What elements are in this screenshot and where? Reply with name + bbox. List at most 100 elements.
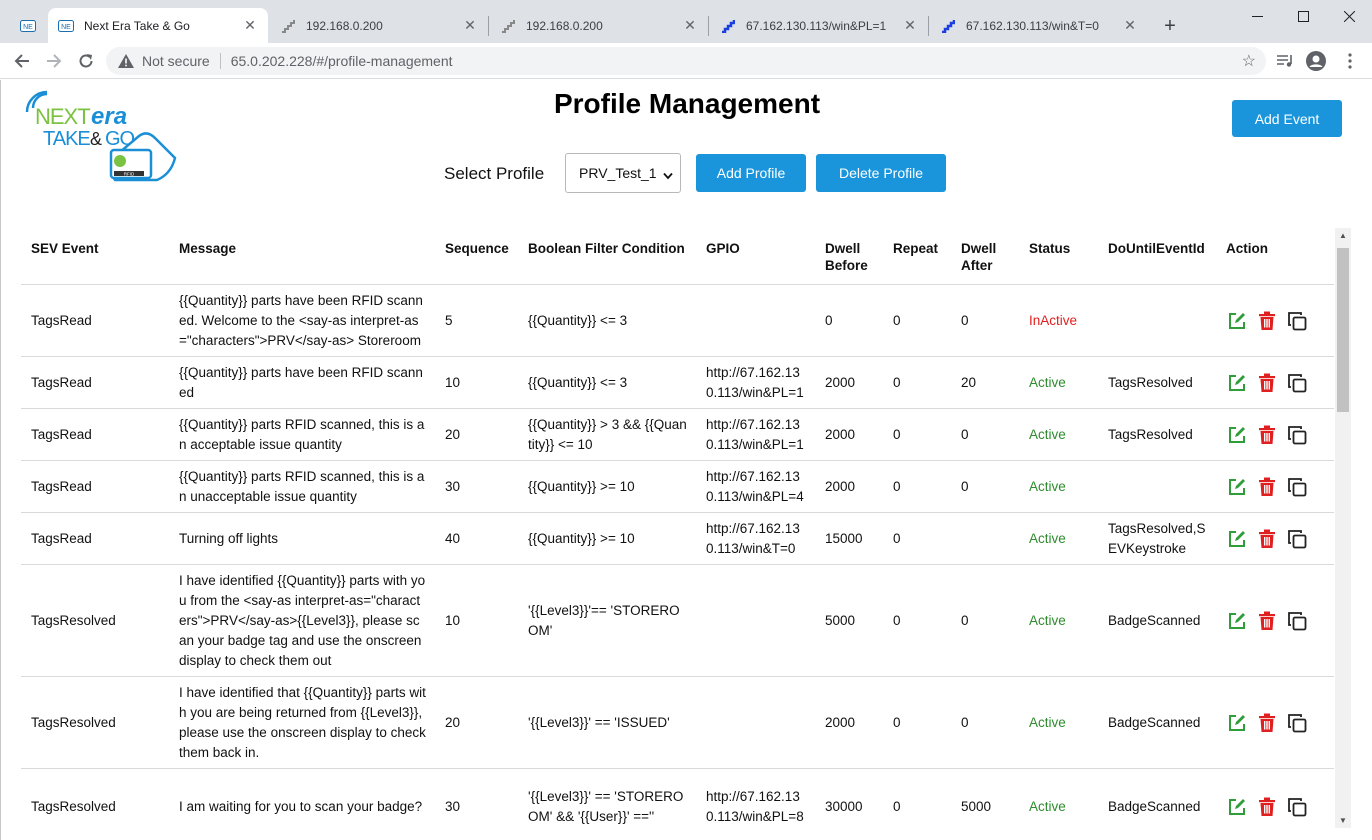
cell-filter: {{Quantity}} <= 3 xyxy=(518,284,696,357)
cell-sev-event: TagsResolved xyxy=(21,768,169,840)
copy-icon[interactable] xyxy=(1286,310,1307,331)
cell-sev-event: TagsRead xyxy=(21,512,169,565)
edit-icon[interactable] xyxy=(1226,372,1247,393)
cell-sequence: 30 xyxy=(435,768,518,840)
edit-icon[interactable] xyxy=(1226,476,1247,497)
add-profile-button[interactable]: Add Profile xyxy=(696,154,806,192)
copy-icon[interactable] xyxy=(1286,610,1307,631)
cell-gpio: http://67.162.130.113/win&PL=8 xyxy=(696,768,815,840)
col-header-do-until[interactable]: DoUntilEventId xyxy=(1098,230,1216,285)
scroll-up-arrow-icon[interactable]: ▲ xyxy=(1339,231,1347,240)
pinned-tab[interactable]: NE xyxy=(10,8,48,43)
scrollbar-thumb[interactable] xyxy=(1337,248,1349,412)
copy-icon[interactable] xyxy=(1286,424,1307,445)
col-header-dwell-before[interactable]: Dwell Before xyxy=(815,230,883,285)
edit-icon[interactable] xyxy=(1226,528,1247,549)
cell-dwell-after: 0 xyxy=(951,460,1019,513)
edit-icon[interactable] xyxy=(1226,796,1247,817)
col-header-message[interactable]: Message xyxy=(169,230,435,285)
cell-gpio xyxy=(696,564,815,677)
row-actions xyxy=(1226,310,1326,331)
add-event-button[interactable]: Add Event xyxy=(1232,100,1342,137)
maximize-icon[interactable] xyxy=(1280,2,1326,30)
profile-dropdown[interactable]: PRV_Test_1 xyxy=(565,153,681,193)
scroll-down-arrow-icon[interactable]: ▼ xyxy=(1339,816,1347,825)
cell-repeat: 0 xyxy=(883,676,951,769)
close-icon[interactable]: ✕ xyxy=(902,17,918,34)
edit-icon[interactable] xyxy=(1226,610,1247,631)
copy-icon[interactable] xyxy=(1286,796,1307,817)
copy-icon[interactable] xyxy=(1286,712,1307,733)
copy-icon[interactable] xyxy=(1286,372,1307,393)
minimize-icon[interactable] xyxy=(1234,2,1280,30)
row-actions xyxy=(1226,796,1326,817)
cell-gpio: http://67.162.130.113/win&PL=4 xyxy=(696,460,815,513)
cell-sequence: 10 xyxy=(435,356,518,409)
cell-sequence: 40 xyxy=(435,512,518,565)
delete-icon[interactable] xyxy=(1256,476,1277,497)
cell-status: Active xyxy=(1019,356,1098,409)
delete-profile-button[interactable]: Delete Profile xyxy=(816,154,946,192)
forward-arrow-icon[interactable] xyxy=(42,49,66,73)
reload-icon[interactable] xyxy=(74,49,98,73)
cell-gpio: http://67.162.130.113/win&PL=1 xyxy=(696,408,815,461)
more-menu-icon[interactable] xyxy=(1340,51,1360,71)
cell-repeat: 0 xyxy=(883,512,951,565)
copy-icon[interactable] xyxy=(1286,528,1307,549)
delete-icon[interactable] xyxy=(1256,796,1277,817)
col-header-gpio[interactable]: GPIO xyxy=(696,230,815,285)
cell-do-until xyxy=(1098,460,1216,513)
profile-avatar-icon[interactable] xyxy=(1306,51,1326,71)
cell-dwell-before: 0 xyxy=(815,284,883,357)
delete-icon[interactable] xyxy=(1256,372,1277,393)
profile-dropdown-value: PRV_Test_1 xyxy=(579,165,657,181)
col-header-repeat[interactable]: Repeat xyxy=(883,230,951,285)
table-scrollbar[interactable]: ▲ ▼ xyxy=(1335,228,1351,828)
cell-dwell-before: 2000 xyxy=(815,408,883,461)
delete-icon[interactable] xyxy=(1256,610,1277,631)
chevron-down-icon xyxy=(663,167,673,183)
copy-icon[interactable] xyxy=(1286,476,1307,497)
close-icon[interactable]: ✕ xyxy=(242,17,258,34)
cell-gpio xyxy=(696,284,815,357)
delete-icon[interactable] xyxy=(1256,310,1277,331)
media-control-icon[interactable] xyxy=(1275,51,1295,71)
bookmark-star-icon[interactable]: ☆ xyxy=(1242,51,1256,71)
svg-text:GO: GO xyxy=(105,128,135,150)
delete-icon[interactable] xyxy=(1256,712,1277,733)
tab-title: 67.162.130.113/win&PL=1 xyxy=(746,18,887,33)
col-header-status[interactable]: Status xyxy=(1019,230,1098,285)
close-icon[interactable]: ✕ xyxy=(462,17,478,34)
edit-icon[interactable] xyxy=(1226,712,1247,733)
tab-192-168-0-200-b[interactable]: 192.168.0.200 ✕ xyxy=(490,8,708,43)
tab-next-era[interactable]: NE Next Era Take & Go ✕ xyxy=(48,8,268,43)
close-icon[interactable]: ✕ xyxy=(682,17,698,34)
back-arrow-icon[interactable] xyxy=(10,49,34,73)
close-icon[interactable]: ✕ xyxy=(1122,17,1138,34)
new-tab-button[interactable]: + xyxy=(1158,14,1182,38)
svg-text:TAKE: TAKE xyxy=(43,128,90,150)
cell-sequence: 10 xyxy=(435,564,518,677)
tab-win-t-0[interactable]: 67.162.130.113/win&T=0 ✕ xyxy=(930,8,1148,43)
security-label[interactable]: Not secure xyxy=(142,53,210,69)
table-row: TagsRead {{Quantity}} parts have been RFI… xyxy=(21,356,1334,409)
window-close-icon[interactable] xyxy=(1326,2,1372,30)
tab-192-168-0-200-a[interactable]: 192.168.0.200 ✕ xyxy=(270,8,488,43)
delete-icon[interactable] xyxy=(1256,528,1277,549)
col-header-sev-event[interactable]: SEV Event xyxy=(21,230,169,285)
row-actions xyxy=(1226,610,1326,631)
cell-message: I have identified {{Quantity}} parts wit… xyxy=(169,564,435,677)
cell-sequence: 30 xyxy=(435,460,518,513)
delete-icon[interactable] xyxy=(1256,424,1277,445)
edit-icon[interactable] xyxy=(1226,424,1247,445)
url-field[interactable]: Not secure 65.0.202.228/#/profile-manage… xyxy=(106,47,1266,75)
col-header-filter[interactable]: Boolean Filter Condition xyxy=(518,230,696,285)
edit-icon[interactable] xyxy=(1226,310,1247,331)
tab-win-pl-1[interactable]: 67.162.130.113/win&PL=1 ✕ xyxy=(710,8,928,43)
col-header-sequence[interactable]: Sequence xyxy=(435,230,518,285)
svg-text:&: & xyxy=(90,129,102,149)
url-text[interactable]: 65.0.202.228/#/profile-management xyxy=(231,53,453,69)
col-header-dwell-after[interactable]: Dwell After xyxy=(951,230,1019,285)
cell-do-until: TagsResolved xyxy=(1098,408,1216,461)
svg-text:NE: NE xyxy=(61,24,71,31)
